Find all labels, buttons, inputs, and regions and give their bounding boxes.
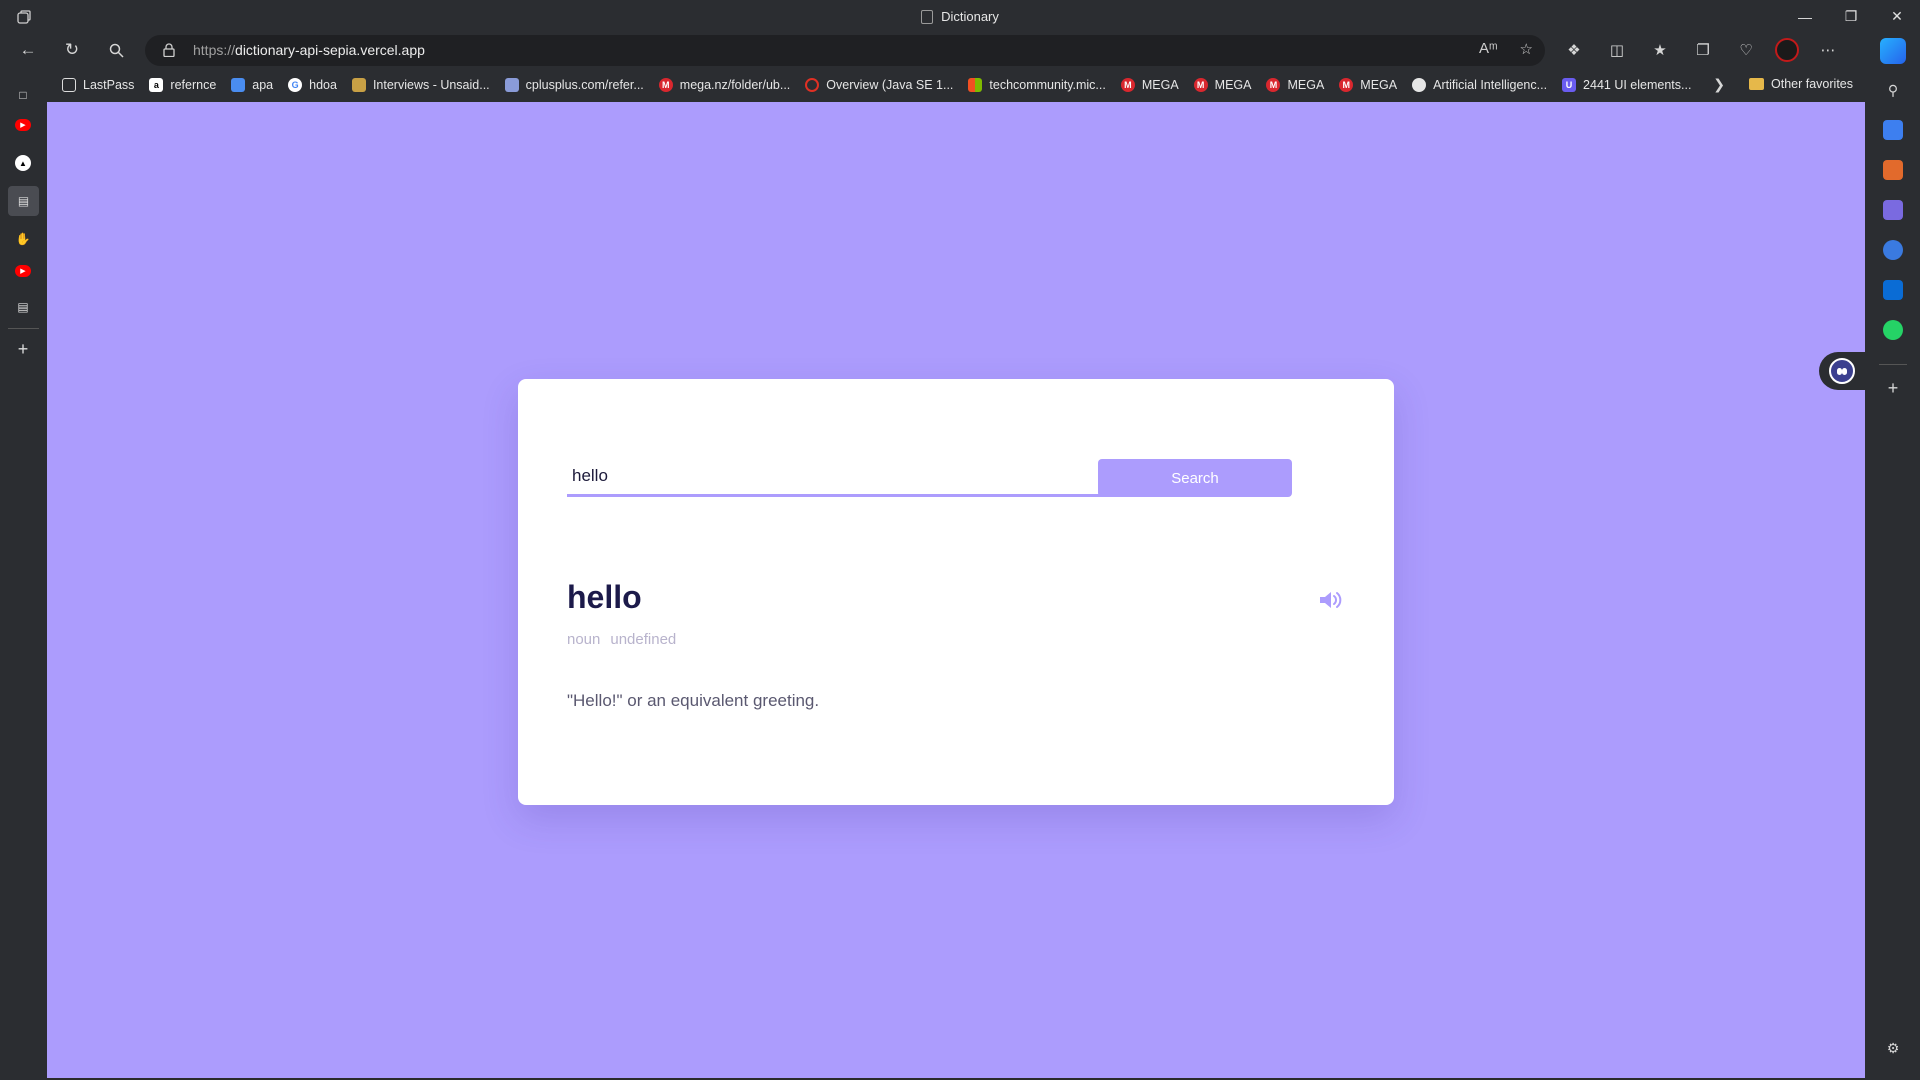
back-icon[interactable]: ← bbox=[14, 36, 42, 64]
favorites-bar: LastPass a refernce apa Ghdoa Interviews … bbox=[47, 68, 1865, 102]
favorite-item[interactable]: techcommunity.mic... bbox=[968, 78, 1106, 92]
favorite-item[interactable]: apa bbox=[231, 78, 273, 92]
favorites-icon[interactable]: ★ bbox=[1646, 36, 1674, 64]
speaker-icon[interactable] bbox=[1318, 589, 1344, 611]
favorite-item[interactable]: Overview (Java SE 1... bbox=[805, 78, 953, 92]
games-icon[interactable] bbox=[1883, 200, 1903, 220]
tools-icon[interactable] bbox=[1883, 160, 1903, 180]
youtube-tab-icon[interactable]: ▶ bbox=[15, 119, 31, 131]
dictionary-card: Search hello noun undefined "Hello!" or … bbox=[518, 379, 1394, 805]
mega-icon: M bbox=[1266, 78, 1281, 92]
folder-icon bbox=[1749, 78, 1765, 90]
gear-icon[interactable]: ⚙ bbox=[1883, 1038, 1903, 1058]
phonetic: undefined bbox=[610, 631, 677, 648]
favorite-item[interactable]: a refernce bbox=[149, 78, 216, 92]
word-meta: noun undefined bbox=[567, 631, 676, 648]
mega-icon: M bbox=[1120, 78, 1135, 92]
favorite-item[interactable]: U 2441 UI elements... bbox=[1562, 78, 1691, 92]
search-input[interactable] bbox=[567, 457, 1112, 497]
extensions-icon[interactable]: ❖ bbox=[1560, 36, 1588, 64]
favorite-item[interactable]: Interviews - Unsaid... bbox=[351, 78, 490, 92]
refresh-icon[interactable]: ↻ bbox=[58, 36, 86, 64]
navigation-bar: ← ↻ https://dictionary-api-sepia.vercel.… bbox=[0, 33, 1920, 68]
bot-icon bbox=[1829, 358, 1855, 384]
search-icon[interactable]: ⚲ bbox=[1883, 80, 1903, 100]
url-text[interactable]: https://dictionary-api-sepia.vercel.app bbox=[193, 42, 425, 58]
browser-essentials-icon[interactable]: ♡ bbox=[1732, 36, 1760, 64]
definition-text: "Hello!" or an equivalent greeting. bbox=[567, 691, 820, 710]
favorite-item[interactable]: M MEGA bbox=[1193, 78, 1251, 92]
address-bar[interactable]: https://dictionary-api-sepia.vercel.app … bbox=[145, 35, 1545, 66]
edge-sidebar: ⚲ + ⚙ bbox=[1865, 68, 1920, 1080]
page-icon bbox=[921, 9, 934, 24]
vertical-tabs-sidebar: □ ▶ ▲ ▤ ✋ ▶ ▤ + bbox=[0, 68, 47, 1080]
whatsapp-icon[interactable] bbox=[1883, 320, 1903, 340]
amazon-icon: a bbox=[149, 78, 164, 92]
calendar-tab-icon[interactable]: ▤ bbox=[12, 296, 34, 318]
favorite-item[interactable]: Artificial Intelligenc... bbox=[1412, 78, 1547, 92]
search-button[interactable]: Search bbox=[1098, 459, 1292, 497]
favorite-item[interactable]: LastPass bbox=[62, 78, 134, 92]
cplusplus-icon bbox=[504, 78, 519, 92]
result-word: hello bbox=[567, 579, 642, 615]
mega-icon: M bbox=[1339, 78, 1354, 92]
favorite-item[interactable]: M MEGA bbox=[1339, 78, 1397, 92]
tab-actions-icon[interactable]: □ bbox=[12, 84, 34, 106]
other-favorites[interactable]: Other favorites bbox=[1749, 77, 1853, 91]
favorite-star-icon[interactable]: ☆ bbox=[1520, 40, 1533, 58]
ui-icon: U bbox=[1562, 78, 1577, 92]
page-icon bbox=[62, 78, 76, 92]
mega-icon: M bbox=[658, 78, 673, 92]
add-sidebar-app-icon[interactable]: + bbox=[1883, 378, 1903, 398]
hand-tab-icon[interactable]: ✋ bbox=[12, 228, 34, 250]
split-screen-icon[interactable]: ◫ bbox=[1603, 36, 1631, 64]
profile-avatar[interactable] bbox=[1775, 38, 1799, 62]
copilot-icon[interactable] bbox=[1880, 38, 1906, 64]
oracle-icon bbox=[805, 78, 820, 92]
restore-button[interactable]: ❐ bbox=[1828, 0, 1874, 33]
interviews-icon bbox=[351, 78, 366, 92]
favorite-item[interactable]: cplusplus.com/refer... bbox=[504, 78, 644, 92]
tab-icon[interactable]: ▲ bbox=[15, 155, 31, 171]
google-icon: G bbox=[288, 78, 303, 92]
favorite-item[interactable]: Mmega.nz/folder/ub... bbox=[658, 78, 790, 92]
microsoft365-icon[interactable] bbox=[1883, 240, 1903, 260]
youtube-tab-icon[interactable]: ▶ bbox=[15, 265, 31, 277]
window-title: Dictionary bbox=[941, 9, 999, 24]
outlook-icon[interactable] bbox=[1883, 280, 1903, 300]
new-tab-icon[interactable]: + bbox=[12, 338, 34, 360]
shopping-icon[interactable] bbox=[1883, 120, 1903, 140]
lock-icon[interactable] bbox=[163, 43, 175, 57]
mega-icon: M bbox=[1193, 78, 1208, 92]
favorite-item[interactable]: M MEGA bbox=[1120, 78, 1179, 92]
ai-icon bbox=[1412, 78, 1427, 92]
favorite-item[interactable]: Ghdoa bbox=[288, 78, 337, 92]
close-button[interactable]: ✕ bbox=[1874, 0, 1920, 33]
apa-icon bbox=[231, 78, 246, 92]
assistant-bot-button[interactable] bbox=[1819, 352, 1865, 390]
minimize-button[interactable]: — bbox=[1782, 0, 1828, 33]
microsoft-icon bbox=[968, 78, 983, 92]
title-bar: Dictionary — ❐ ✕ bbox=[0, 0, 1920, 33]
search-icon[interactable] bbox=[102, 36, 130, 64]
collections-icon[interactable]: ❐ bbox=[1689, 36, 1717, 64]
dictionary-tab-icon[interactable]: ▤ bbox=[8, 186, 39, 216]
page-viewport: Search hello noun undefined "Hello!" or … bbox=[47, 102, 1865, 1078]
part-of-speech: noun bbox=[567, 631, 601, 648]
chevron-right-icon[interactable]: ❯ bbox=[1713, 76, 1725, 93]
read-aloud-icon[interactable]: Aᵐ bbox=[1479, 40, 1498, 58]
favorite-item[interactable]: M MEGA bbox=[1266, 78, 1324, 92]
more-options-icon[interactable]: ⋯ bbox=[1814, 36, 1842, 64]
